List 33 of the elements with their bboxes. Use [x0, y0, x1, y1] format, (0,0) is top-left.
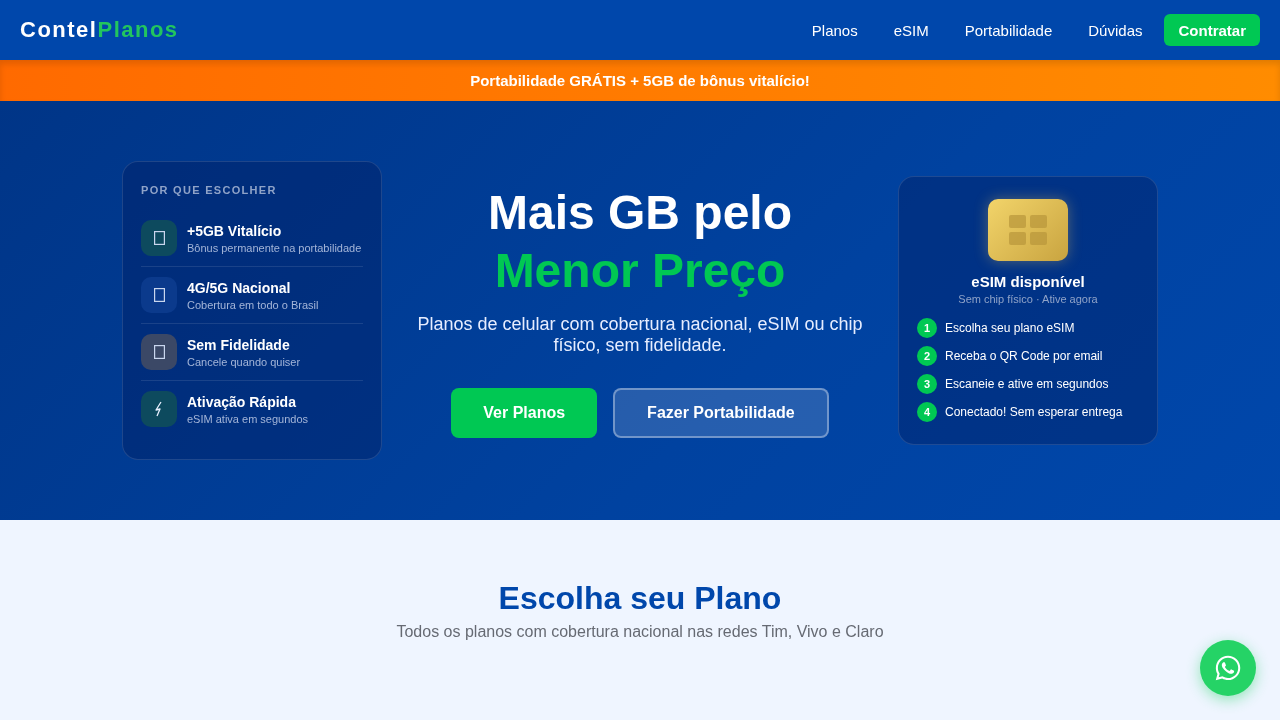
sim-chip-icon	[988, 199, 1068, 261]
card-title: POR QUE ESCOLHER	[141, 184, 278, 196]
hero-headline: Mais GB pelo	[487, 184, 793, 241]
esim-title: eSIM disponível	[971, 273, 1085, 290]
step-number: 2	[917, 346, 937, 366]
step-text: Conectado! Sem esperar entrega	[945, 405, 1123, 419]
esim-subtitle: Sem chip físico · Ative agora	[958, 293, 1098, 305]
step-text: Escolha seu plano eSIM	[945, 321, 1075, 335]
nav-link[interactable]: Portabilidade	[946, 13, 1071, 47]
feature-title: +5GB Vitalício	[187, 222, 283, 239]
feature-title: 4G/5G Nacional	[187, 279, 292, 296]
feature-description: Bônus permanente na portabilidade	[187, 241, 362, 254]
promo-text: Portabilidade GRÁTIS + 5GB de bônus vitalício!	[470, 72, 810, 89]
nav-link[interactable]: eSIM	[875, 13, 947, 47]
section-subtitle: Todos os planos com cobertura nacional nas redes Tim, Vivo e Claro	[396, 623, 884, 641]
step-number: 1	[917, 318, 937, 338]
nav-link[interactable]: Planos	[793, 13, 876, 47]
section-title: Escolha seu Plano	[498, 580, 782, 617]
feature-description: Cancele quando quiser	[187, 355, 301, 368]
chat-phone-icon	[1214, 654, 1242, 682]
logo[interactable]: ContelPlanos	[20, 17, 179, 43]
step-number: 4	[917, 402, 937, 422]
step-text: Receba o QR Code por email	[945, 349, 1103, 363]
portability-button[interactable]: Fazer Portabilidade	[613, 387, 829, 438]
nav-link[interactable]: Dúvidas	[1070, 13, 1161, 47]
step-number: 3	[917, 374, 937, 394]
step-text: Escaneie e ative em segundos	[945, 377, 1109, 391]
hero-headline-highlight: Menor Preço	[494, 242, 786, 299]
hero-description: Planos de celular com cobertura nacional, eSIM ou chip físico, sem fidelidade.	[416, 313, 864, 356]
feature-title: Ativação Rápida	[187, 393, 297, 410]
feature-title: Sem Fidelidade	[187, 336, 291, 353]
feature-description: eSIM ativa em segundos	[187, 412, 309, 425]
feature-description: Cobertura em todo o Brasil	[187, 298, 319, 311]
